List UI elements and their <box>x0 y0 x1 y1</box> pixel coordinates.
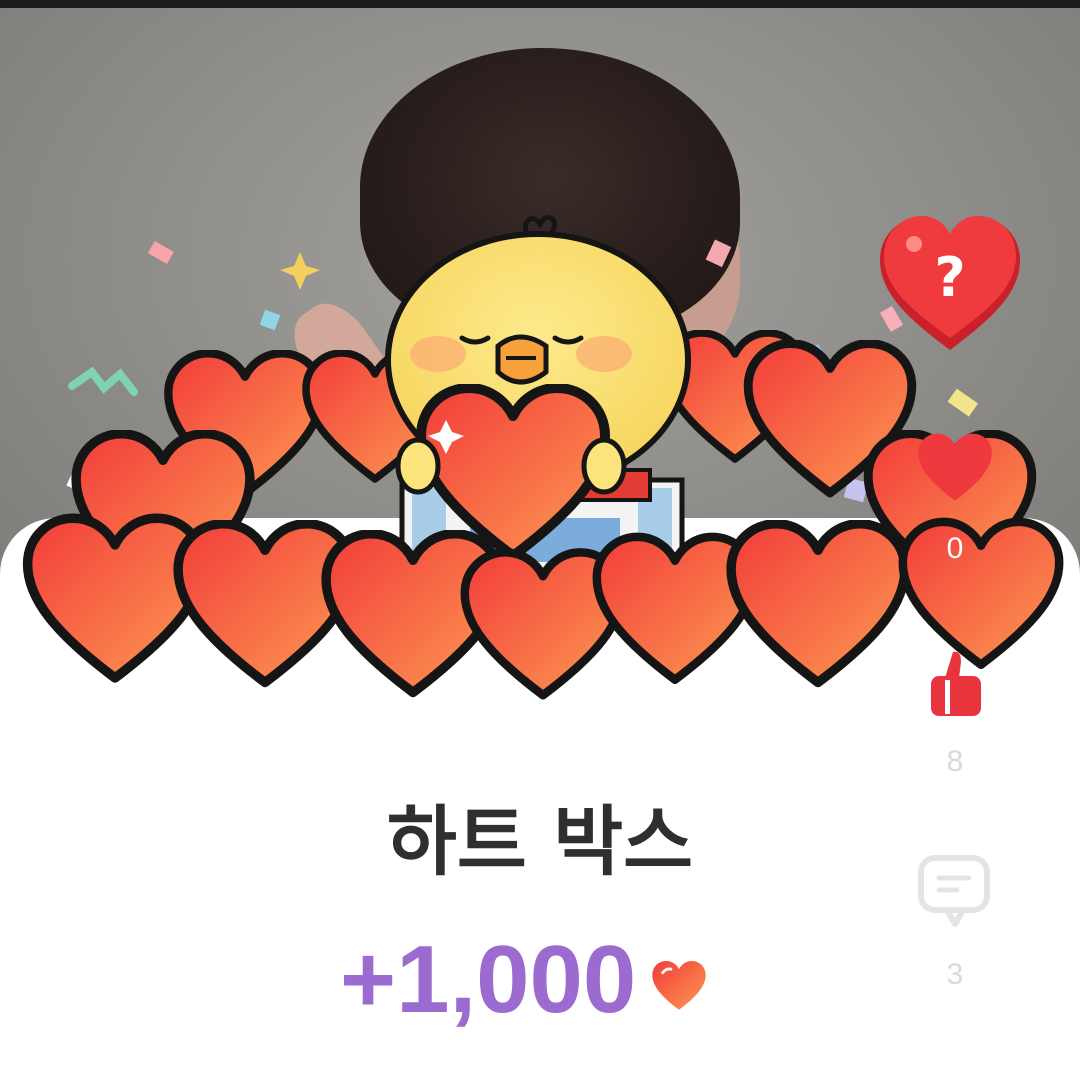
like-button[interactable] <box>915 428 995 508</box>
comment-count: 3 <box>946 958 964 991</box>
reward-row: +1,000 <box>340 930 708 1030</box>
like-count: 0 <box>946 532 964 565</box>
thumbs-up-button[interactable] <box>915 644 995 724</box>
thumbs-up-icon <box>931 651 981 716</box>
question-heart-icon: ? <box>880 216 1020 350</box>
comment-button[interactable] <box>915 852 995 932</box>
side-action-rail: ? 0 8 3 <box>880 200 1020 1080</box>
heart-icon <box>918 433 992 501</box>
comment-icon <box>918 855 990 927</box>
reward-amount: +1,000 <box>340 926 637 1033</box>
heart-icon <box>652 961 706 1010</box>
svg-text:?: ? <box>934 246 965 309</box>
mystery-heart-button[interactable]: ? <box>870 200 1030 360</box>
thumbs-count: 8 <box>946 745 964 778</box>
popup-title: 하트 박스 <box>386 797 694 886</box>
heart-box-screen: 하트 박스 +1,000 ? 0 8 3 <box>0 0 1080 1080</box>
